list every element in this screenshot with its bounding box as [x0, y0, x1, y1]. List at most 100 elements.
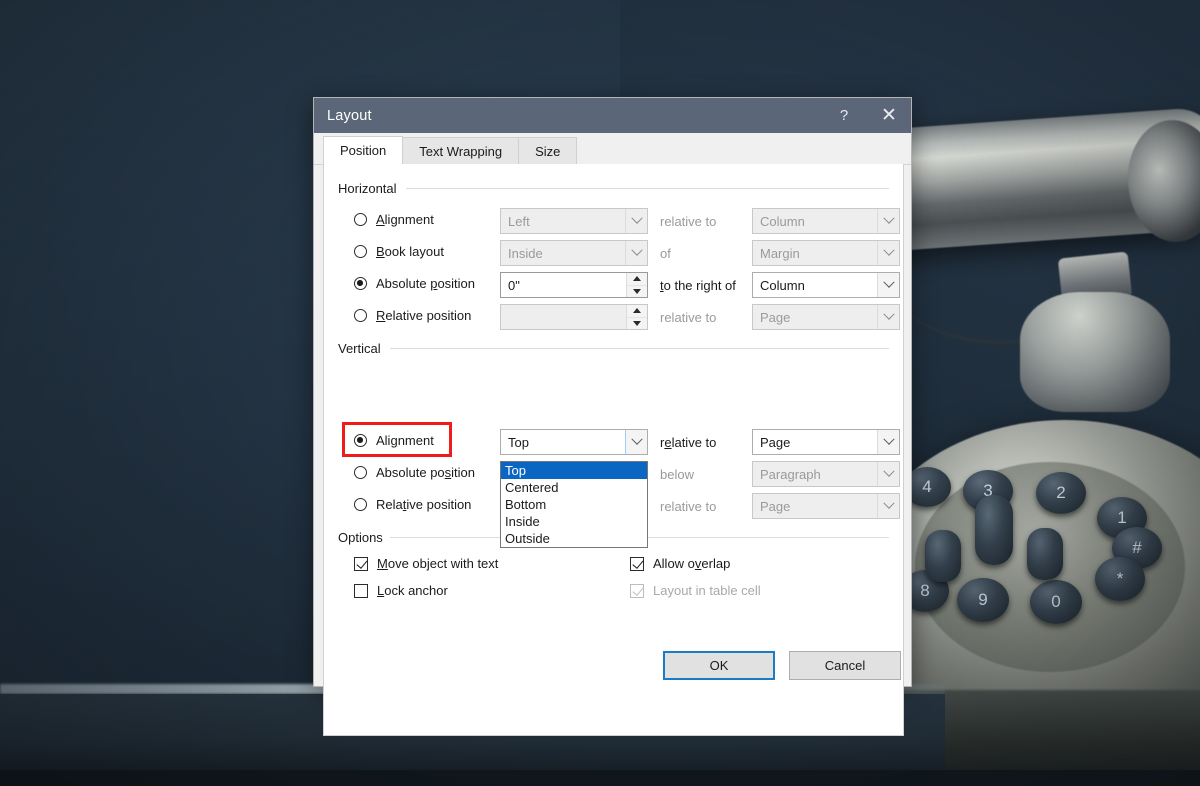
vertical-alignment-dropdown-list[interactable]: Top Centered Bottom Inside Outside: [500, 461, 648, 548]
tab-position[interactable]: Position: [323, 136, 404, 164]
options-group-label: Options: [338, 530, 389, 545]
chevron-down-icon[interactable]: [877, 494, 899, 518]
phone-dial-post-left: [925, 530, 961, 582]
tab-size[interactable]: Size: [518, 137, 578, 164]
spinner-up-icon[interactable]: [627, 273, 647, 286]
horizontal-relative-position-mid-label: relative to: [660, 310, 717, 325]
horizontal-book-layout-combo-value: Inside: [508, 245, 543, 261]
telephone-handset-base: [1020, 292, 1170, 412]
horizontal-book-layout-combo[interactable]: Inside: [500, 240, 648, 266]
horizontal-absolute-position-radio-row[interactable]: Absolute position: [354, 276, 475, 291]
vertical-absolute-position-below-value: Paragraph: [760, 466, 821, 482]
phone-key-star-label: *: [1116, 569, 1124, 588]
lock-anchor-label: Lock anchor: [377, 583, 448, 598]
chevron-down-icon[interactable]: [877, 273, 899, 297]
radio-vertical-absolute-position-label: Absolute position: [376, 465, 476, 480]
dialog-title: Layout: [327, 107, 372, 124]
radio-vertical-alignment[interactable]: [354, 434, 367, 447]
horizontal-relative-position-spin-buttons[interactable]: [626, 305, 647, 329]
horizontal-book-layout-of-combo[interactable]: Margin: [752, 240, 900, 266]
vertical-alignment-relative-value: Page: [760, 434, 791, 450]
allow-overlap-row[interactable]: Allow overlap: [630, 556, 730, 571]
lock-anchor-row[interactable]: Lock anchor: [354, 583, 448, 598]
spinner-up-icon[interactable]: [627, 305, 647, 318]
radio-horizontal-relative-position[interactable]: [354, 309, 367, 322]
vertical-relative-position-radio-row[interactable]: Relative position: [354, 497, 471, 512]
checkbox-layout-in-table-cell: [630, 583, 644, 598]
horizontal-absolute-position-value: 0": [508, 277, 520, 293]
vertical-absolute-position-radio-row[interactable]: Absolute position: [354, 465, 475, 480]
vertical-group-label: Vertical: [338, 341, 387, 356]
chevron-down-icon[interactable]: [877, 462, 899, 486]
horizontal-alignment-mid-label: relative to: [660, 214, 717, 229]
checkbox-move-object-with-text[interactable]: [354, 556, 368, 571]
chevron-down-icon[interactable]: [625, 430, 647, 454]
radio-horizontal-absolute-position[interactable]: [354, 277, 367, 290]
horizontal-alignment-relative-combo[interactable]: Column: [752, 208, 900, 234]
chevron-down-icon[interactable]: [877, 241, 899, 265]
radio-vertical-relative-position[interactable]: [354, 498, 367, 511]
help-icon[interactable]: ?: [821, 98, 867, 133]
spinner-down-icon[interactable]: [627, 285, 647, 297]
tab-text-wrapping[interactable]: Text Wrapping: [402, 137, 520, 164]
checkbox-allow-overlap[interactable]: [630, 556, 644, 571]
chevron-down-icon[interactable]: [625, 209, 647, 233]
dropdown-option-outside[interactable]: Outside: [501, 530, 647, 547]
horizontal-alignment-combo[interactable]: Left: [500, 208, 648, 234]
vertical-alignment-radio-row[interactable]: Alignment: [354, 433, 434, 448]
radio-vertical-absolute-position[interactable]: [354, 466, 367, 479]
horizontal-group-label: Horizontal: [338, 181, 403, 196]
dropdown-option-top[interactable]: Top: [501, 462, 647, 479]
horizontal-book-layout-radio-row[interactable]: Book layout: [354, 244, 444, 259]
move-object-with-text-row[interactable]: Move object with text: [354, 556, 498, 571]
checkbox-lock-anchor[interactable]: [354, 583, 368, 598]
horizontal-book-layout-mid-label: of: [660, 246, 671, 261]
horizontal-absolute-position-spin-buttons[interactable]: [626, 273, 647, 297]
move-object-with-text-label: Move object with text: [377, 556, 499, 571]
vertical-relative-position-relative-combo[interactable]: Page: [752, 493, 900, 519]
horizontal-relative-position-relative-value: Page: [760, 309, 791, 325]
phone-key-hash-label: #: [1132, 538, 1142, 557]
phone-key-2-label: 2: [1056, 483, 1066, 502]
horizontal-relative-position-radio-row[interactable]: Relative position: [354, 308, 471, 323]
horizontal-alignment-radio-row[interactable]: Alignment: [354, 212, 434, 227]
dropdown-option-bottom[interactable]: Bottom: [501, 496, 647, 513]
radio-horizontal-book-layout[interactable]: [354, 245, 367, 258]
dropdown-option-inside[interactable]: Inside: [501, 513, 647, 530]
dialog-titlebar: Layout ? ✕: [314, 98, 911, 133]
horizontal-absolute-position-spinner[interactable]: 0": [500, 272, 648, 298]
tab-size-label: Size: [535, 143, 561, 159]
horizontal-relative-position-spinner[interactable]: [500, 304, 648, 330]
floor-shadow: [0, 770, 1200, 786]
horizontal-group-rule: [406, 188, 889, 189]
chevron-down-icon[interactable]: [625, 241, 647, 265]
layout-dialog: Layout ? ✕ Position Text Wrapping Size H…: [313, 97, 912, 736]
vertical-alignment-relative-combo[interactable]: Page: [752, 429, 900, 455]
horizontal-relative-position-relative-combo[interactable]: Page: [752, 304, 900, 330]
vertical-relative-position-mid-label: relative to: [660, 499, 717, 514]
dropdown-option-centered[interactable]: Centered: [501, 479, 647, 496]
radio-horizontal-absolute-position-label: Absolute position: [376, 276, 476, 291]
ok-button-label: OK: [709, 658, 729, 673]
vertical-alignment-combo[interactable]: Top: [500, 429, 648, 455]
vertical-group-rule: [390, 348, 889, 349]
chevron-down-icon[interactable]: [877, 305, 899, 329]
ok-button[interactable]: OK: [663, 651, 775, 680]
vertical-relative-position-relative-value: Page: [760, 498, 791, 514]
close-icon[interactable]: ✕: [867, 98, 911, 133]
phone-key-2: 2: [1036, 472, 1086, 514]
chevron-down-icon[interactable]: [877, 209, 899, 233]
horizontal-absolute-position-relative-combo[interactable]: Column: [752, 272, 900, 298]
phone-key-star: *: [1095, 557, 1145, 601]
phone-key-1-label: 1: [1117, 508, 1127, 527]
spinner-down-icon[interactable]: [627, 317, 647, 329]
vertical-absolute-position-below-combo[interactable]: Paragraph: [752, 461, 900, 487]
radio-horizontal-alignment[interactable]: [354, 213, 367, 226]
chevron-down-icon[interactable]: [877, 430, 899, 454]
radio-horizontal-relative-position-label: Relative position: [376, 308, 472, 323]
cancel-button[interactable]: Cancel: [789, 651, 901, 680]
phone-key-0-label: 0: [1051, 592, 1061, 611]
horizontal-book-layout-of-value: Margin: [760, 245, 800, 261]
phone-key-0: 0: [1030, 580, 1082, 624]
phone-dial-post-right: [1027, 528, 1063, 580]
